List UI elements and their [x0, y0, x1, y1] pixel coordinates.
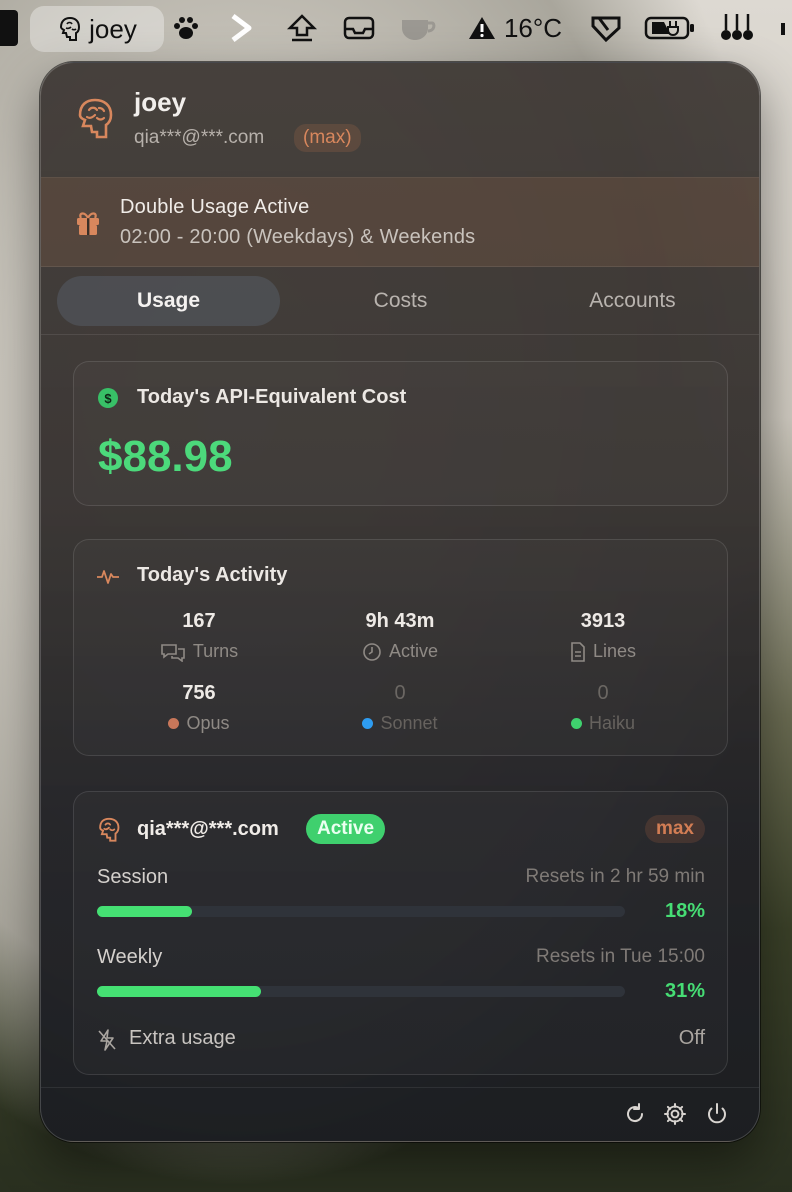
chevron-right-icon[interactable]	[226, 0, 256, 56]
extra-usage-value[interactable]: Off	[679, 1027, 705, 1050]
banner-title: Double Usage Active	[120, 196, 310, 218]
guitars-icon[interactable]	[718, 0, 758, 56]
extra-usage-label: Extra usage	[129, 1027, 236, 1049]
plan-badge: max	[644, 815, 705, 843]
dollar-icon: $	[98, 388, 118, 408]
opus-label: Opus	[186, 713, 230, 733]
plan-badge: (max)	[294, 124, 361, 152]
menu-bar: joey 16°C	[0, 0, 792, 56]
activity-card: Today's Activity 167 Turns 9h 43m Active…	[73, 539, 728, 756]
weekly-reset: Resets in Tue 15:00	[536, 946, 705, 967]
upload-icon[interactable]	[284, 0, 320, 56]
lines-label: Lines	[592, 641, 637, 661]
model-sonnet: 0 Sonnet	[300, 682, 500, 734]
session-progress-bar	[97, 906, 625, 917]
active-time-value: 9h 43m	[365, 610, 435, 632]
session-label: Session	[97, 866, 169, 888]
usage-popover: joey qia***@***.com (max) Double Usage A…	[40, 62, 760, 1142]
weekly-progress-fill	[97, 986, 261, 997]
overflow-indicator-icon[interactable]	[776, 0, 792, 56]
cost-card-title: Today's API-Equivalent Cost	[137, 386, 407, 408]
sonnet-value: 0	[394, 682, 406, 704]
menubar-user-name: joey	[89, 13, 137, 44]
footer-toolbar	[41, 1087, 759, 1141]
api-cost-card: $ Today's API-Equivalent Cost $88.98	[73, 361, 728, 506]
weekly-label: Weekly	[97, 946, 163, 968]
session-reset: Resets in 2 hr 59 min	[525, 866, 705, 887]
account-name: joey	[134, 87, 187, 117]
turns-label: Turns	[192, 641, 239, 661]
chat-bubbles-icon	[161, 643, 185, 662]
inbox-icon[interactable]	[340, 0, 378, 56]
warning-icon	[466, 0, 498, 56]
brain-icon	[99, 817, 120, 842]
weekly-progress-bar	[97, 986, 625, 997]
brain-icon	[78, 98, 113, 139]
banner-subtitle: 02:00 - 20:00 (Weekdays) & Weekends	[120, 226, 476, 248]
haiku-value: 0	[597, 682, 609, 704]
model-haiku: 0 Haiku	[503, 682, 703, 734]
haiku-label: Haiku	[588, 713, 636, 733]
activity-card-title: Today's Activity	[137, 564, 288, 586]
model-opus: 756 Opus	[99, 682, 299, 734]
account-usage-card: qia***@***.com Active max Session Resets…	[73, 791, 728, 1075]
turns-value: 167	[182, 610, 216, 632]
stat-lines: 3913 Lines	[503, 610, 703, 662]
account-email: qia***@***.com	[134, 127, 265, 148]
session-percent: 18%	[664, 900, 705, 922]
pulse-icon	[97, 570, 119, 584]
account-card-email: qia***@***.com	[137, 818, 279, 840]
tab-accounts[interactable]: Accounts	[521, 276, 744, 326]
gift-icon	[77, 212, 99, 235]
lines-value: 3913	[580, 610, 626, 632]
clock-icon	[363, 642, 381, 661]
haiku-dot	[570, 718, 582, 729]
tab-usage[interactable]: Usage	[57, 276, 280, 326]
power-icon[interactable]	[705, 1102, 729, 1126]
menubar-user-item[interactable]: joey	[30, 6, 164, 52]
battery-charging-icon[interactable]	[642, 0, 698, 56]
status-badge: Active	[306, 814, 386, 844]
weekly-percent: 31%	[664, 980, 705, 1002]
sonnet-label: Sonnet	[380, 713, 438, 733]
double-usage-banner: Double Usage Active 02:00 - 20:00 (Weekd…	[41, 177, 759, 267]
tab-costs[interactable]: Costs	[289, 276, 512, 326]
tag-icon[interactable]	[588, 0, 624, 56]
coffee-cup-icon[interactable]	[398, 0, 440, 56]
brain-icon	[60, 16, 81, 41]
stat-turns: 167 Turns	[99, 610, 299, 662]
document-icon	[571, 641, 585, 662]
temperature-text[interactable]: 16°C	[502, 0, 564, 56]
active-label: Active	[388, 641, 439, 661]
lightning-off-icon	[98, 1029, 116, 1051]
account-header: joey qia***@***.com (max)	[41, 63, 759, 177]
sonnet-dot	[362, 718, 374, 729]
cost-value: $88.98	[98, 432, 233, 481]
session-progress-fill	[97, 906, 193, 917]
gear-icon[interactable]	[663, 1102, 687, 1126]
opus-dot	[168, 718, 180, 729]
tab-bar: Usage Costs Accounts	[41, 267, 759, 335]
paw-icon[interactable]	[170, 0, 202, 56]
stat-active: 9h 43m Active	[300, 610, 500, 662]
opus-value: 756	[182, 682, 216, 704]
app-indicator-icon[interactable]	[0, 10, 18, 46]
refresh-icon[interactable]	[623, 1102, 647, 1126]
